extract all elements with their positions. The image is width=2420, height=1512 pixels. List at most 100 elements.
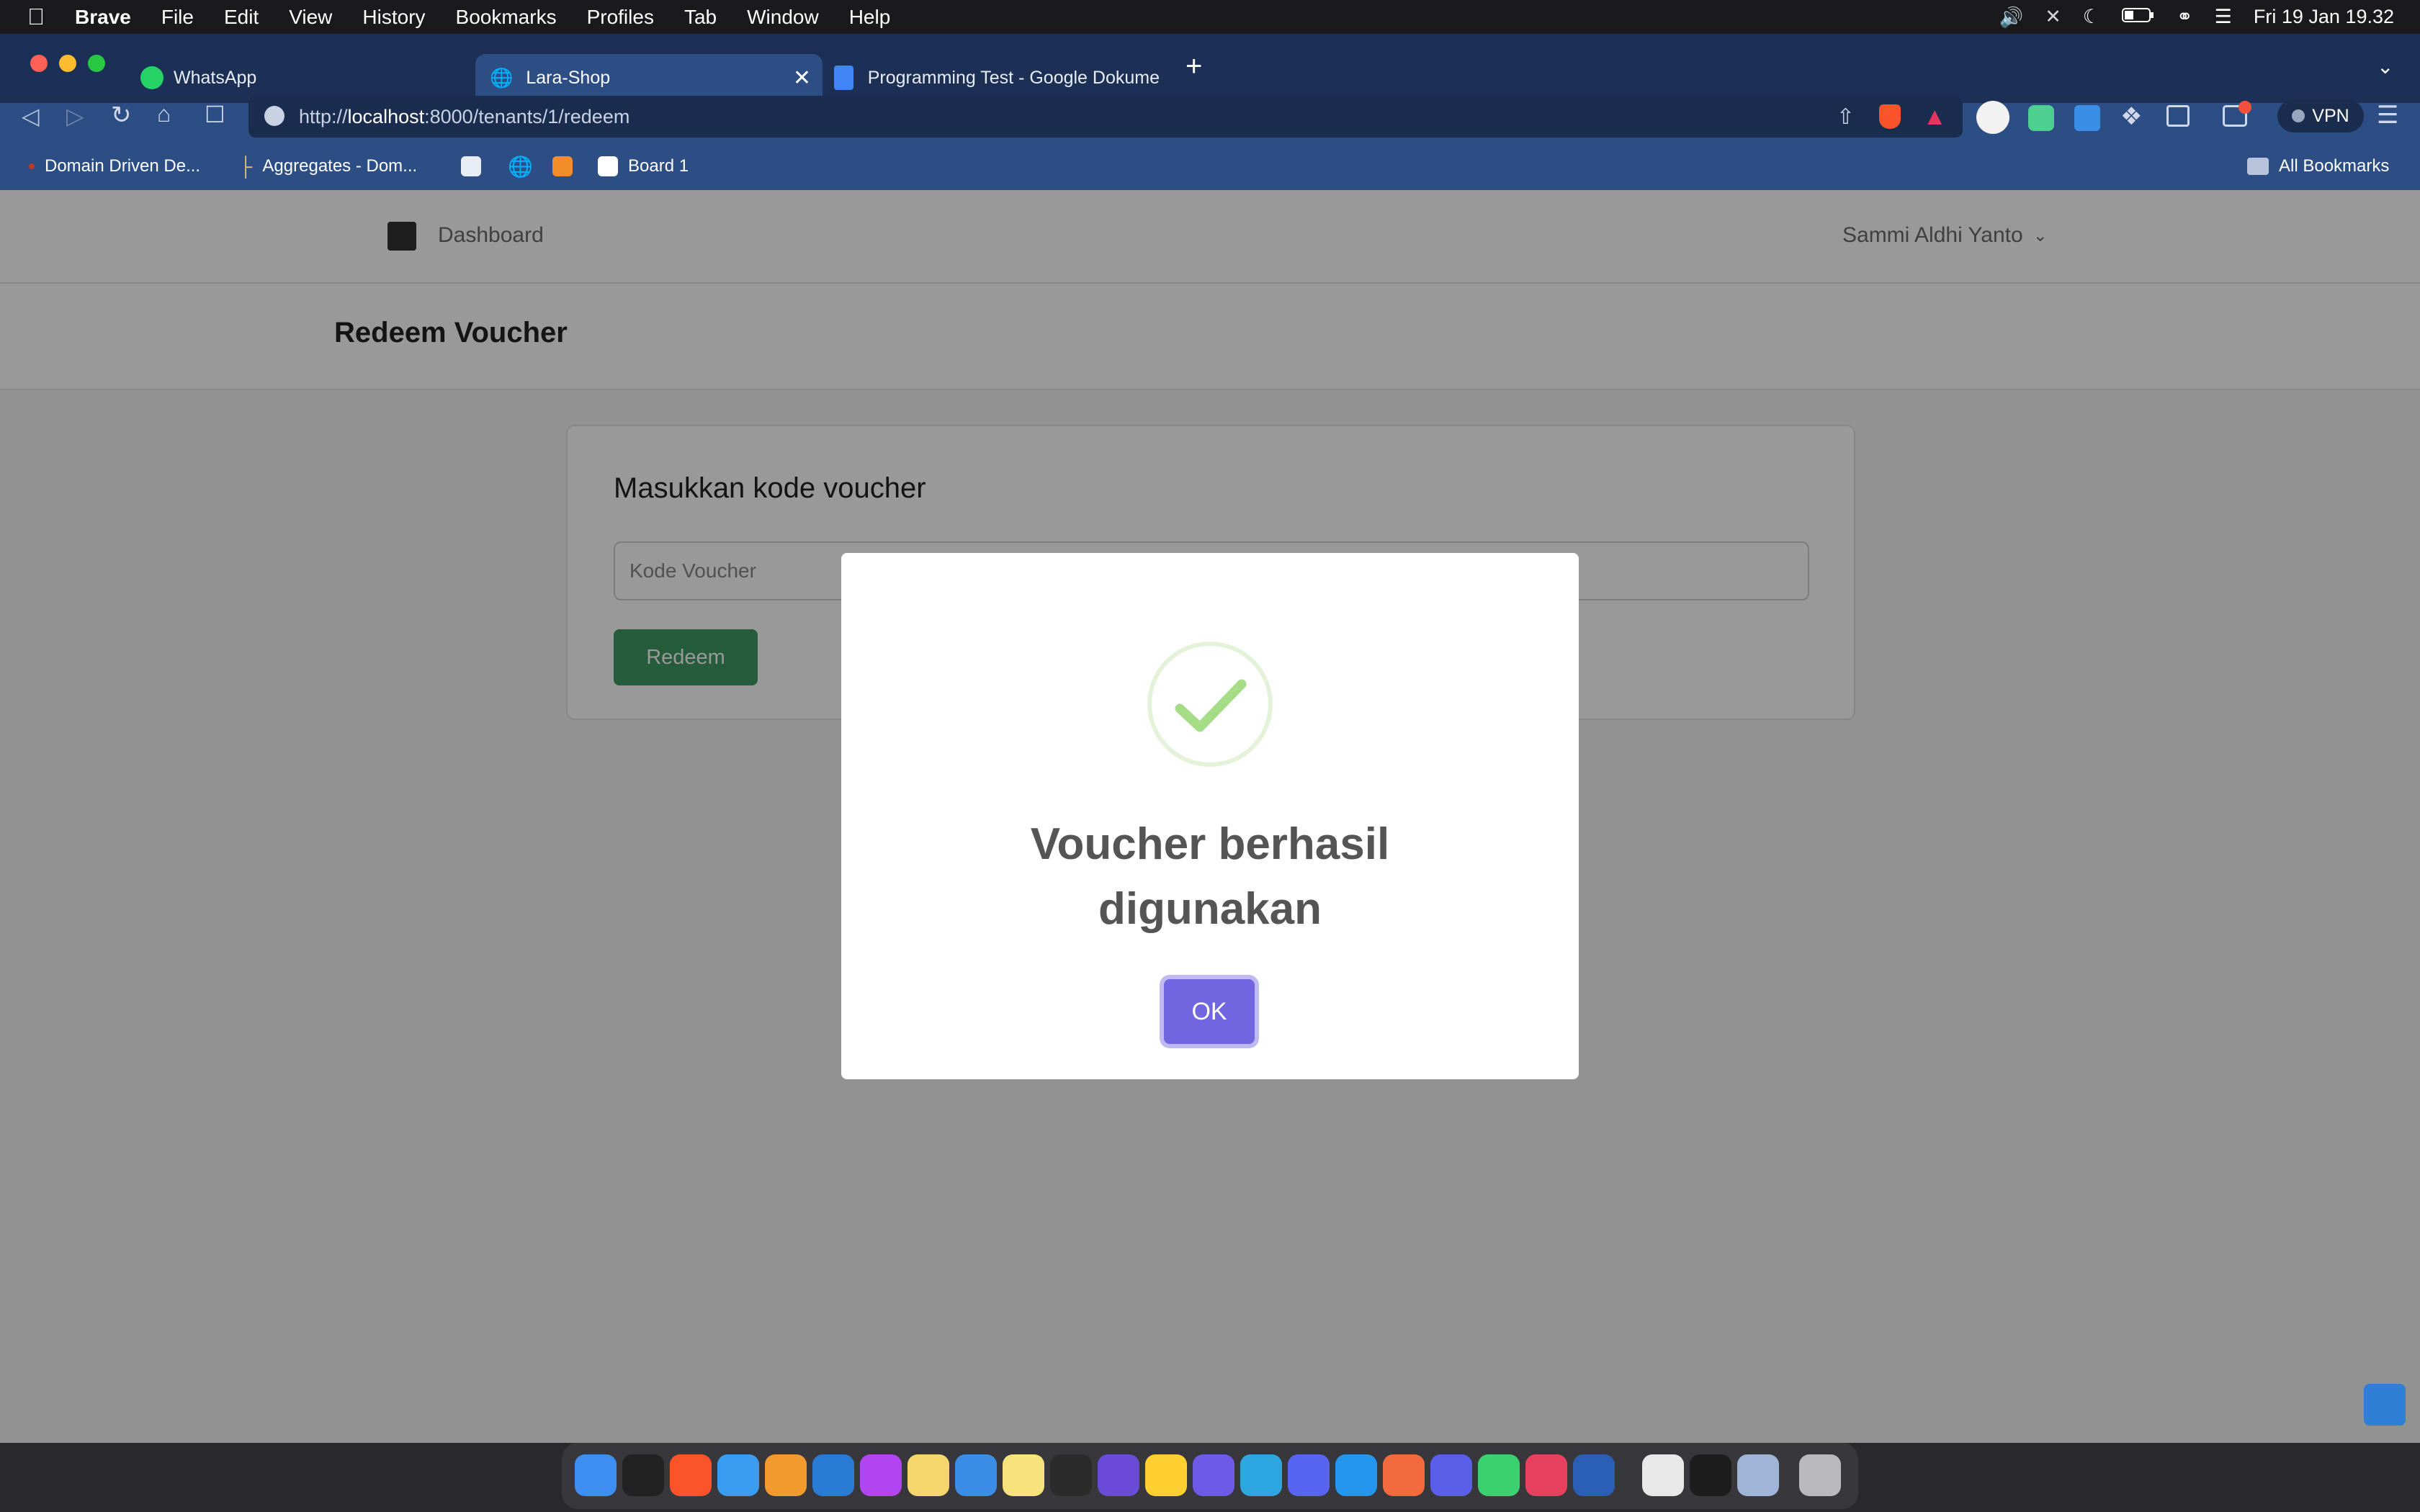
- hamburger-menu-icon[interactable]: ☰: [2377, 101, 2398, 130]
- orange-bookmark-icon: [552, 156, 573, 176]
- focus-moon-icon[interactable]: ☾: [2083, 6, 2100, 28]
- control-center-icon[interactable]: ☰: [2215, 6, 2232, 28]
- clock[interactable]: Fri 19 Jan 19.32: [2254, 6, 2394, 28]
- menu-history[interactable]: History: [347, 6, 440, 29]
- extensions-puzzle-icon[interactable]: ❖: [2120, 102, 2142, 131]
- share-icon[interactable]: ⇧: [1837, 104, 1855, 130]
- postman-icon[interactable]: [908, 1454, 949, 1496]
- word-icon[interactable]: [1573, 1454, 1615, 1496]
- miro-icon[interactable]: [1145, 1454, 1187, 1496]
- tab-list-chevron-icon[interactable]: ⌄: [2377, 55, 2393, 78]
- url-path: :8000/tenants/1/redeem: [424, 105, 630, 127]
- intellij-icon[interactable]: [1525, 1454, 1567, 1496]
- docker-icon[interactable]: [1335, 1454, 1377, 1496]
- all-bookmarks-label: All Bookmarks: [2279, 156, 2390, 176]
- vpn-status-icon: [2292, 109, 2305, 122]
- sidebar-toggle-icon[interactable]: [2166, 105, 2190, 127]
- color-picker-fab-icon[interactable]: [2364, 1384, 2406, 1426]
- vpn-button[interactable]: VPN: [2277, 99, 2364, 132]
- bookmark-aggregates[interactable]: ├ Aggregates - Dom...: [239, 143, 417, 190]
- telegram-icon[interactable]: [1240, 1454, 1282, 1496]
- brave-shields-icon[interactable]: [1879, 104, 1901, 129]
- menu-bookmarks[interactable]: Bookmarks: [441, 6, 572, 29]
- trash-icon[interactable]: [1799, 1454, 1841, 1496]
- battery-icon[interactable]: [2122, 6, 2155, 28]
- tab-whatsapp[interactable]: WhatsApp: [140, 54, 472, 102]
- mail-icon[interactable]: [955, 1454, 997, 1496]
- preview-icon[interactable]: [1642, 1454, 1684, 1496]
- menu-help[interactable]: Help: [834, 6, 906, 29]
- menu-window[interactable]: Window: [732, 6, 834, 29]
- success-check-icon: [1147, 642, 1273, 767]
- github-icon[interactable]: [1193, 1454, 1234, 1496]
- git-client-icon[interactable]: [1383, 1454, 1425, 1496]
- menu-file[interactable]: File: [146, 6, 209, 29]
- docs-bookmark-icon: [461, 156, 481, 176]
- goland-icon[interactable]: [1430, 1454, 1472, 1496]
- bookmark-domain-driven[interactable]: Domain Driven De...: [29, 143, 200, 190]
- forward-icon[interactable]: ▷: [66, 102, 84, 130]
- volume-icon[interactable]: 🔊: [1999, 6, 2024, 29]
- globe-icon: 🌐: [490, 66, 514, 89]
- brave-rewards-icon[interactable]: ▲: [1922, 103, 1947, 131]
- bookmarks-bar: Domain Driven De... ├ Aggregates - Dom..…: [0, 143, 2420, 190]
- screenshot-icon[interactable]: [1737, 1454, 1779, 1496]
- url-field[interactable]: http://localhost:8000/tenants/1/redeem ⇧…: [248, 96, 1963, 138]
- bookmark-orange-icon-only[interactable]: [552, 143, 573, 190]
- obsidian-icon[interactable]: [1098, 1454, 1139, 1496]
- phpstorm-icon[interactable]: [860, 1454, 902, 1496]
- tab-label: WhatsApp: [174, 67, 257, 88]
- back-icon[interactable]: ◁: [22, 102, 40, 130]
- reload-icon[interactable]: ↻: [111, 101, 132, 130]
- tab-lara-shop[interactable]: 🌐 Lara-Shop ✕: [475, 54, 823, 102]
- vscode-icon[interactable]: [812, 1454, 854, 1496]
- bookmark-icon[interactable]: ☐: [205, 101, 225, 128]
- tab-programming-test[interactable]: Programming Test - Google Dokume: [828, 54, 1160, 102]
- discord-icon[interactable]: [1288, 1454, 1330, 1496]
- bookmark-label: Board 1: [628, 156, 689, 176]
- window-close-icon[interactable]: [30, 55, 48, 72]
- screen-mirroring-icon[interactable]: ⚭: [2177, 6, 2193, 28]
- macos-menubar:  Brave File Edit View History Bookmarks…: [0, 0, 2420, 34]
- bookmark-globe-icon-only[interactable]: 🌐: [508, 143, 533, 190]
- apple-menu-icon[interactable]: : [0, 4, 60, 30]
- brave-icon[interactable]: [670, 1454, 712, 1496]
- extension-avatar-icon[interactable]: [1976, 101, 2009, 134]
- menu-brave[interactable]: Brave: [60, 6, 146, 29]
- tab-label: Programming Test - Google Dokume: [867, 67, 1160, 88]
- menu-view[interactable]: View: [274, 6, 347, 29]
- bluetooth-icon[interactable]: ✕: [2045, 6, 2061, 28]
- finder-icon[interactable]: [575, 1454, 617, 1496]
- pycharm-icon[interactable]: [1478, 1454, 1520, 1496]
- terminal-icon[interactable]: [622, 1454, 664, 1496]
- success-dialog: Voucher berhasil digunakan OK: [841, 553, 1579, 1079]
- window-minimize-icon[interactable]: [59, 55, 76, 72]
- bookmark-label: Domain Driven De...: [45, 156, 201, 176]
- site-info-icon[interactable]: [264, 106, 284, 126]
- sublime-icon[interactable]: [765, 1454, 807, 1496]
- whatsapp-icon: [140, 66, 163, 89]
- close-tab-icon[interactable]: ✕: [793, 66, 811, 91]
- bookmark-label: Aggregates - Dom...: [262, 156, 418, 176]
- ok-button[interactable]: OK: [1164, 979, 1255, 1044]
- folder-icon: [2247, 158, 2269, 175]
- dialog-message-line-2: digunakan: [1098, 884, 1322, 934]
- activity-icon[interactable]: [1050, 1454, 1092, 1496]
- window-zoom-icon[interactable]: [88, 55, 105, 72]
- activity-monitor-icon[interactable]: [1690, 1454, 1731, 1496]
- macos-dock: [562, 1443, 1858, 1509]
- menu-profiles[interactable]: Profiles: [572, 6, 669, 29]
- bookmark-docs-icon-only[interactable]: [461, 143, 481, 190]
- new-tab-icon[interactable]: +: [1186, 50, 1202, 83]
- extension-colorpicker-icon[interactable]: [2074, 105, 2100, 131]
- tab-label: Lara-Shop: [526, 67, 611, 88]
- extension-leaf-icon[interactable]: [2028, 105, 2054, 131]
- menu-tab[interactable]: Tab: [669, 6, 732, 29]
- bookmark-board-1[interactable]: Board 1: [598, 143, 689, 190]
- safari-icon[interactable]: [717, 1454, 759, 1496]
- bookmark-favicon-icon: ├: [239, 155, 253, 177]
- menu-edit[interactable]: Edit: [209, 6, 274, 29]
- home-icon[interactable]: ⌂: [157, 101, 171, 127]
- notes-icon[interactable]: [1003, 1454, 1044, 1496]
- all-bookmarks-folder[interactable]: All Bookmarks: [2247, 143, 2389, 190]
